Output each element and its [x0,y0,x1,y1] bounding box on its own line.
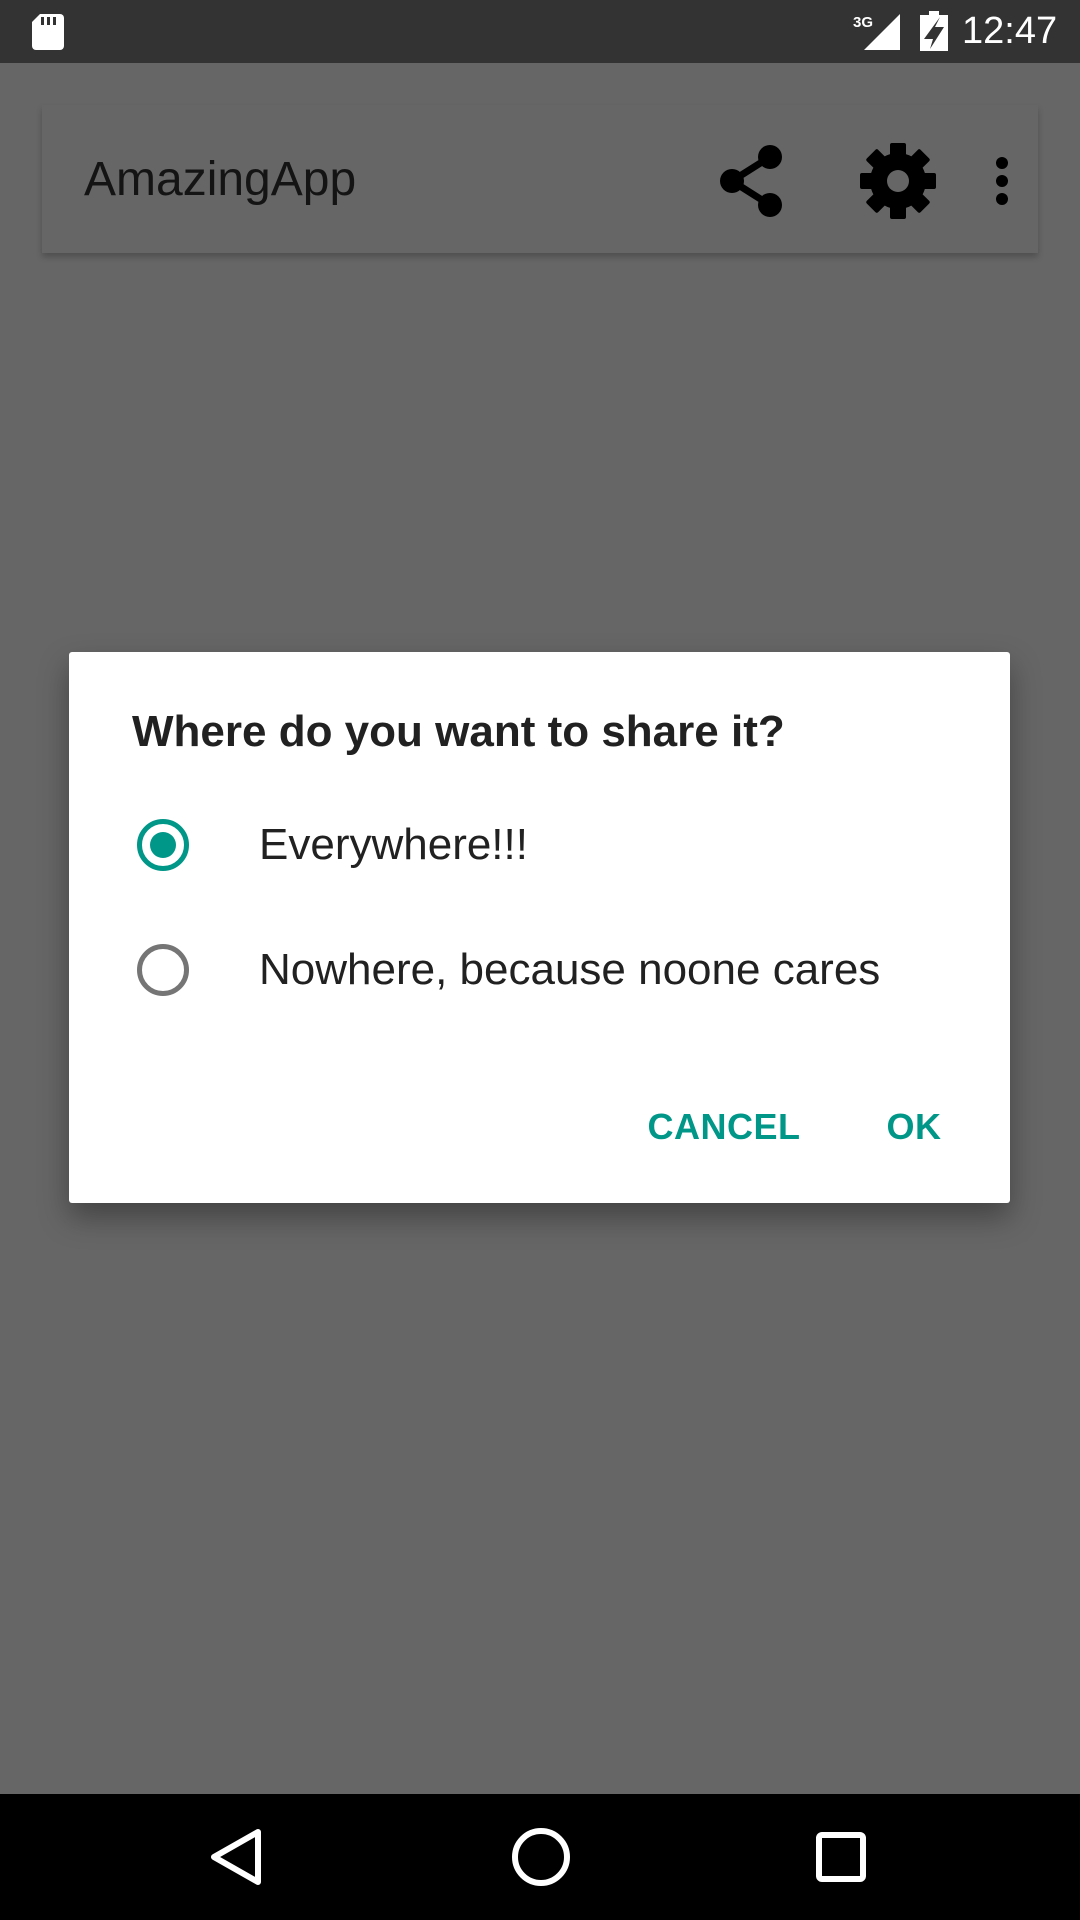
share-dialog: Where do you want to share it? Everywher… [69,652,1010,1203]
cancel-button[interactable]: CANCEL [629,1092,819,1162]
settings-gear-icon [860,143,936,219]
sd-card-icon [32,14,64,50]
share-icon [720,145,782,217]
share-button[interactable] [710,139,794,223]
status-clock: 12:47 [962,10,1058,52]
app-title: AmazingApp [84,153,357,206]
option-label: Nowhere, because noone cares [259,945,881,994]
settings-button[interactable] [856,139,940,223]
signal-3g-icon: 3G [853,14,900,50]
radio-selected-icon[interactable] [136,818,190,872]
option-everywhere[interactable]: Everywhere!!! [69,790,1010,900]
more-options-button[interactable] [982,139,1022,223]
navigation-bar [0,1794,1080,1920]
home-icon[interactable] [510,1826,572,1888]
dialog-title: Where do you want to share it? [132,707,785,756]
svg-text:3G: 3G [853,14,873,31]
ok-button[interactable]: OK [859,1092,969,1162]
battery-charging-icon [920,11,948,51]
status-bar: 3G 12:47 [0,0,1080,63]
more-vert-icon [996,157,1008,205]
recents-icon[interactable] [812,1828,870,1886]
app-toolbar: AmazingApp [42,105,1038,253]
option-label: Everywhere!!! [259,820,528,869]
back-icon[interactable] [206,1826,266,1888]
radio-unselected-icon[interactable] [136,943,190,997]
option-nowhere[interactable]: Nowhere, because noone cares [69,915,1010,1025]
